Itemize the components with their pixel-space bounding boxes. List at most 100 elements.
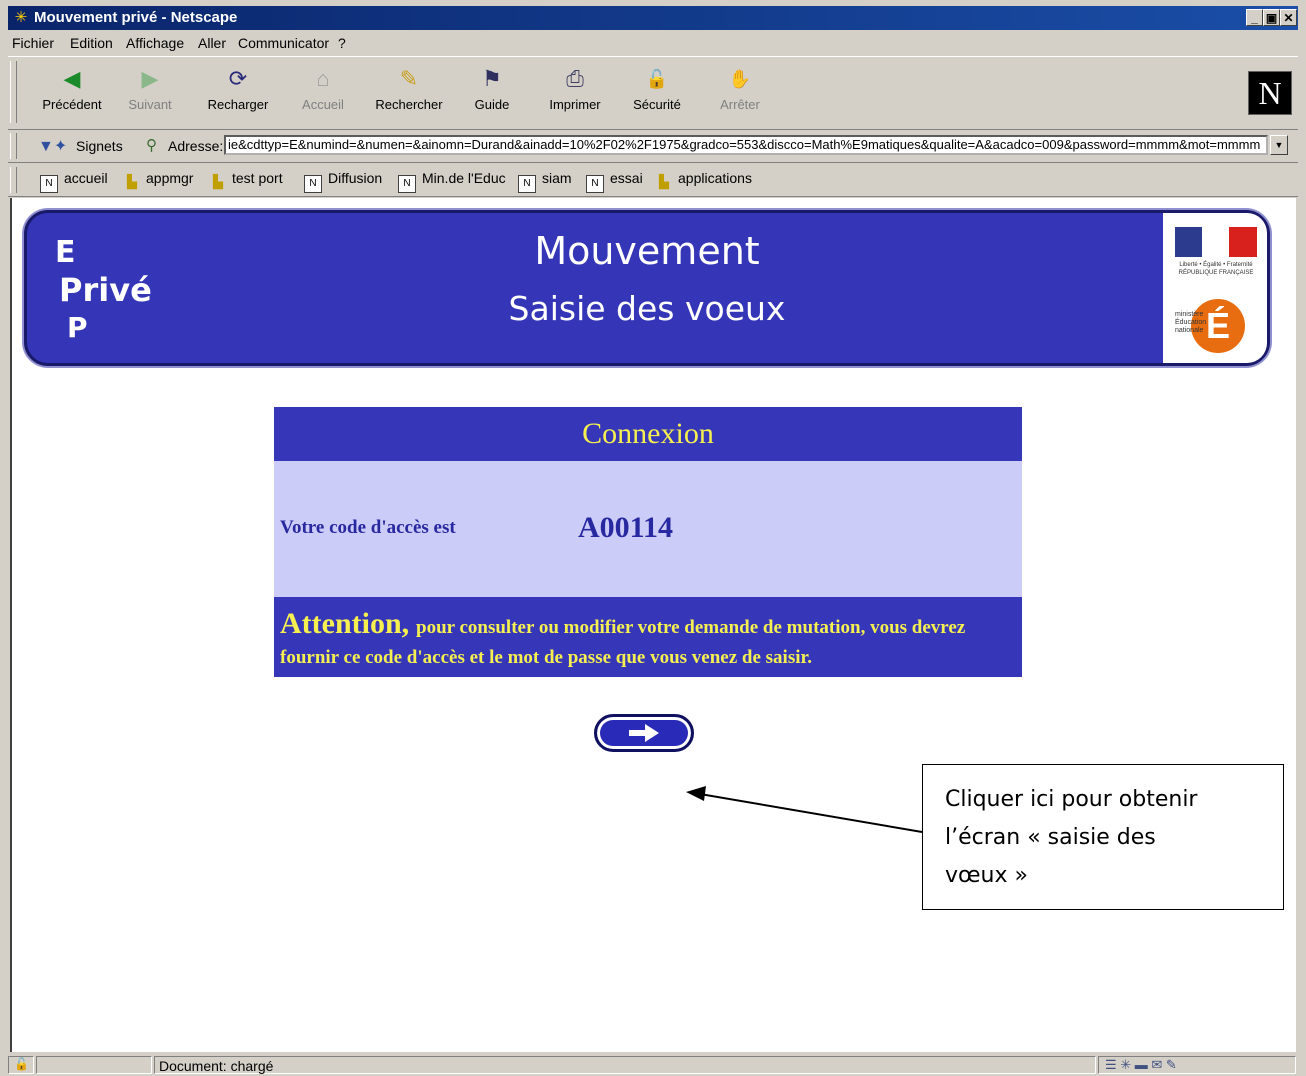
folder-icon: ▙	[659, 174, 669, 189]
address-dropdown-button[interactable]: ▼	[1270, 135, 1288, 155]
address-input[interactable]: ie&cdttyp=E&numind=&numen=&ainomn=Durand…	[224, 135, 1268, 155]
bookmark-accueil[interactable]: Naccueil	[40, 170, 108, 193]
personal-toolbar: Naccueil ▙ appmgr ▙ test port N Diffusion N…	[8, 164, 1298, 197]
component-bar: ☰ ✳ ▬ ✉ ✎	[1098, 1056, 1296, 1074]
bookmark-label: Diffusion	[328, 170, 383, 186]
callout-line-2: l’écran « saisie des	[945, 825, 1156, 850]
bookmark-siam[interactable]: Nsiam	[518, 170, 572, 193]
attention-line-2: fournir ce code d'accès et le mot de pas…	[280, 647, 812, 668]
print-button[interactable]: ⎙ Imprimer	[540, 59, 610, 125]
ministry-logo: Liberté • Égalité • Fraternité RÉPUBLIQU…	[1163, 213, 1267, 363]
guide-icon: ⚑	[482, 66, 502, 91]
back-button[interactable]: ◀ Précédent	[34, 59, 110, 125]
window-title: Mouvement privé - Netscape	[34, 9, 238, 26]
stop-label: Arrêter	[720, 97, 760, 112]
forward-icon: ▶	[141, 66, 159, 91]
folder-icon: ▙	[213, 174, 223, 189]
banner-title: Mouvement	[534, 229, 760, 273]
access-code-value: A00114	[578, 511, 674, 544]
bookmark-label: test port	[232, 170, 283, 186]
minimize-button[interactable]: _	[1246, 9, 1263, 26]
page-icon: N	[398, 175, 416, 193]
bookmark-test-port[interactable]: ▙ test port	[210, 170, 283, 190]
print-icon: ⎙	[566, 66, 584, 91]
address-label: Adresse:	[168, 138, 224, 154]
forward-button[interactable]: ▶ Suivant	[118, 59, 182, 125]
location-toolbar: ▼✦ Signets ⚲ Adresse: ie&cdttyp=E&numind…	[8, 130, 1298, 163]
bookmark-label: accueil	[64, 170, 108, 186]
bookmark-label: Min.de l'Educ	[422, 170, 506, 186]
bookmark-applications[interactable]: ▙ applications	[656, 170, 752, 190]
reload-icon: ⟳	[228, 66, 248, 91]
search-icon: ✎	[399, 66, 419, 91]
bookmark-diffusion[interactable]: N Diffusion	[304, 170, 382, 193]
bookmarks-button[interactable]: Signets	[76, 138, 123, 154]
marianne-flag-icon	[1175, 227, 1257, 257]
bookmark-label: applications	[678, 170, 752, 186]
status-text-panel: Document: chargé	[154, 1056, 1096, 1074]
security-label: Sécurité	[633, 97, 681, 112]
connexion-header: Connexion	[274, 407, 1022, 461]
toolbar-grip[interactable]	[10, 61, 17, 123]
menu-communicator[interactable]: Communicator	[238, 35, 329, 51]
republique-text: Liberté • Égalité • Fraternité RÉPUBLIQU…	[1178, 262, 1254, 276]
back-icon: ◀	[63, 66, 81, 91]
lock-icon: 🔓	[645, 69, 669, 89]
banner-subtitle: Saisie des voeux	[508, 289, 786, 328]
bookmark-appmgr[interactable]: ▙ appmgr	[124, 170, 193, 190]
component-icons[interactable]: ☰ ✳ ▬ ✉ ✎	[1105, 1057, 1177, 1073]
attention-notice: Attention, pour consulter ou modifier vo…	[274, 597, 1022, 677]
home-button[interactable]: ⌂ Accueil	[292, 59, 354, 125]
close-button[interactable]: ✕	[1280, 9, 1297, 26]
location-icon[interactable]: ⚲	[146, 136, 157, 154]
menu-edition[interactable]: Edition	[70, 35, 113, 51]
back-label: Précédent	[42, 97, 102, 112]
access-code-label: Votre code d'accès est	[280, 517, 456, 538]
security-button[interactable]: 🔓 Sécurité	[624, 59, 690, 125]
menu-aller[interactable]: Aller	[198, 35, 226, 51]
reload-label: Recharger	[207, 97, 269, 112]
home-label: Accueil	[302, 97, 344, 112]
search-label: Rechercher	[375, 97, 443, 112]
bookmark-essai[interactable]: Nessai	[586, 170, 643, 193]
page-icon: N	[586, 175, 604, 193]
title-bar: ✳ Mouvement privé - Netscape _ ▣ ✕	[8, 6, 1298, 30]
reload-button[interactable]: ⟳ Recharger	[198, 59, 278, 125]
next-button[interactable]	[594, 714, 694, 752]
search-button[interactable]: ✎ Rechercher	[364, 59, 454, 125]
page-icon: N	[518, 175, 536, 193]
guide-label: Guide	[474, 97, 510, 112]
bookmark-min-educ[interactable]: N Min.de l'Educ	[398, 170, 506, 193]
home-icon: ⌂	[316, 66, 330, 91]
callout-line-1: Cliquer ici pour obtenir	[945, 787, 1198, 812]
header-banner: E Privé P Mouvement Saisie des voeux Lib…	[24, 210, 1270, 366]
status-bar: 🔓 Document: chargé ☰ ✳ ▬ ✉ ✎	[8, 1054, 1298, 1076]
security-status-icon[interactable]: 🔓	[8, 1056, 34, 1074]
maximize-button[interactable]: ▣	[1263, 9, 1280, 26]
personal-toolbar-grip[interactable]	[10, 167, 17, 193]
attention-word: Attention,	[280, 607, 410, 640]
bookmark-label: appmgr	[146, 170, 194, 186]
page-icon: N	[304, 175, 322, 193]
menu-bar: Fichier Edition Affichage Aller Communic…	[8, 32, 1298, 54]
progress-panel	[36, 1056, 152, 1074]
folder-icon: ▙	[127, 174, 137, 189]
page-icon: N	[40, 175, 58, 193]
right-arrow-icon	[629, 724, 659, 742]
bookmark-label: siam	[542, 170, 572, 186]
forward-label: Suivant	[128, 97, 172, 112]
menu-help[interactable]: ?	[338, 35, 346, 51]
connexion-panel: Connexion Votre code d'accès est A00114 …	[274, 407, 1022, 677]
page-content: E Privé P Mouvement Saisie des voeux Lib…	[10, 198, 1296, 1052]
menu-affichage[interactable]: Affichage	[126, 35, 184, 51]
guide-button[interactable]: ⚑ Guide	[464, 59, 520, 125]
location-grip[interactable]	[10, 133, 17, 159]
status-text: Document: chargé	[159, 1058, 274, 1074]
stop-icon: ✋	[728, 69, 752, 89]
print-label: Imprimer	[549, 97, 601, 112]
stop-button[interactable]: ✋ Arrêter	[710, 59, 770, 125]
netscape-logo[interactable]: N	[1248, 71, 1292, 115]
menu-fichier[interactable]: Fichier	[12, 35, 54, 51]
callout-line-3: vœux »	[945, 863, 1028, 888]
bookmarks-icon[interactable]: ▼✦	[38, 136, 67, 156]
